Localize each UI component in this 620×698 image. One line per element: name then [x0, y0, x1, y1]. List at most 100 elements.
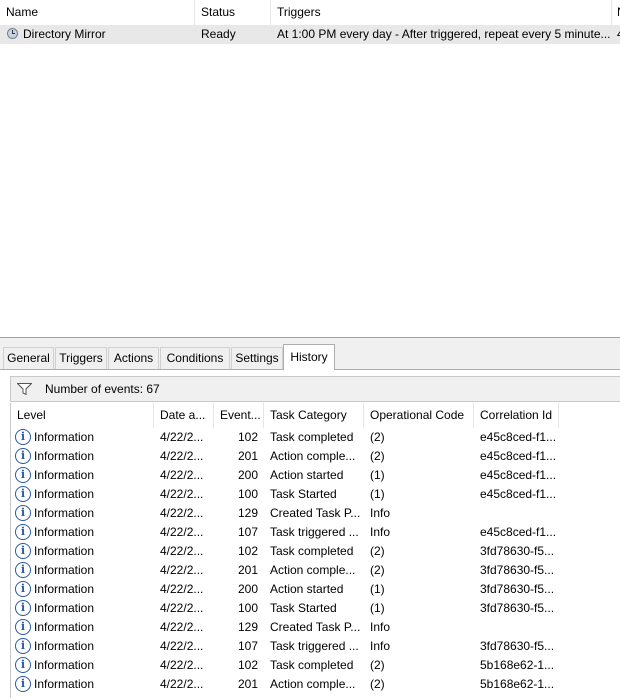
history-row[interactable]: i Information 4/22/2... 200 Action started (1… — [11, 466, 620, 485]
event-id: 100 — [237, 487, 258, 501]
event-date: 4/22/2... — [160, 449, 204, 463]
event-task-category: Action started — [270, 468, 344, 482]
event-operational-code: Info — [370, 639, 391, 653]
event-date: 4/22/2... — [160, 620, 204, 634]
column-header-task-category[interactable]: Task Category — [264, 403, 364, 428]
event-date: 4/22/2... — [160, 506, 204, 520]
event-level: Information — [34, 677, 95, 691]
history-panel: Number of events: 67 Level Date a... Eve… — [0, 369, 620, 698]
column-header-date[interactable]: Date a... — [154, 403, 214, 428]
information-icon: i — [15, 562, 31, 578]
event-date: 4/22/2... — [160, 525, 204, 539]
history-table-header: Level Date a... Event... Task Category O… — [11, 403, 620, 428]
event-task-category: Task completed — [270, 430, 354, 444]
event-level: Information — [34, 582, 95, 596]
history-row[interactable]: i Information 4/22/2... 201 Action comple...… — [11, 675, 620, 694]
task-row-directory-mirror[interactable]: Directory Mirror Ready At 1:00 PM every … — [0, 25, 620, 44]
event-correlation-id: e45c8ced-f1... — [480, 487, 557, 501]
event-id: 201 — [237, 449, 258, 463]
event-correlation-id — [480, 618, 560, 637]
history-row[interactable]: i Information 4/22/2... 201 Action comple...… — [11, 561, 620, 580]
tab-general[interactable]: General — [3, 347, 54, 369]
column-header-operational-code[interactable]: Operational Code — [364, 403, 474, 428]
event-id: 107 — [237, 639, 258, 653]
tab-triggers[interactable]: Triggers — [55, 347, 107, 369]
tab-actions[interactable]: Actions — [108, 347, 159, 369]
column-header-next-run[interactable]: N — [612, 0, 620, 25]
event-task-category: Task triggered ... — [270, 525, 359, 539]
history-row[interactable]: i Information 4/22/2... 129 Created Task P..… — [11, 618, 620, 637]
event-date: 4/22/2... — [160, 468, 204, 482]
column-header-level[interactable]: Level — [11, 403, 154, 428]
event-date: 4/22/2... — [160, 658, 204, 672]
history-events-table: Level Date a... Event... Task Category O… — [10, 403, 620, 698]
history-row[interactable]: i Information 4/22/2... 102 Task completed (2… — [11, 542, 620, 561]
event-level: Information — [34, 544, 95, 558]
event-id: 100 — [237, 601, 258, 615]
column-header-name[interactable]: Name — [0, 0, 195, 25]
event-task-category: Action started — [270, 582, 344, 596]
event-task-category: Created Task P... — [270, 506, 361, 520]
event-task-category: Created Task P... — [270, 620, 361, 634]
event-correlation-id: e45c8ced-f1... — [480, 525, 557, 539]
event-correlation-id: 3fd78630-f5... — [480, 563, 555, 577]
event-id: 129 — [237, 506, 258, 520]
column-header-event-id[interactable]: Event... — [214, 403, 264, 428]
history-row[interactable]: i Information 4/22/2... 100 Task Started (1) e… — [11, 485, 620, 504]
event-task-category: Task Started — [270, 601, 337, 615]
history-row[interactable]: i Information 4/22/2... 200 Action started (1… — [11, 580, 620, 599]
tab-settings[interactable]: Settings — [231, 347, 283, 369]
tab-strip: General Triggers Actions Conditions Sett… — [0, 344, 620, 370]
event-operational-code: (2) — [370, 449, 385, 463]
event-date: 4/22/2... — [160, 544, 204, 558]
event-operational-code: (2) — [370, 677, 385, 691]
information-icon: i — [15, 429, 31, 445]
history-row[interactable]: i Information 4/22/2... 107 Task triggered .… — [11, 523, 620, 542]
event-level: Information — [34, 468, 95, 482]
event-date: 4/22/2... — [160, 582, 204, 596]
number-of-events: Number of events: 67 — [45, 382, 160, 396]
event-date: 4/22/2... — [160, 639, 204, 653]
event-level: Information — [34, 658, 95, 672]
event-correlation-id: 3fd78630-f5... — [480, 582, 555, 596]
history-row[interactable]: i Information 4/22/2... 102 Task completed (2… — [11, 656, 620, 675]
information-icon: i — [15, 505, 31, 521]
history-row[interactable]: i Information 4/22/2... 102 Task completed (2… — [11, 428, 620, 447]
information-icon: i — [15, 467, 31, 483]
information-icon: i — [15, 600, 31, 616]
task-name: Directory Mirror — [23, 27, 106, 41]
column-header-status[interactable]: Status — [195, 0, 271, 25]
event-operational-code: Info — [370, 525, 391, 539]
filter-icon[interactable] — [17, 383, 32, 395]
information-icon: i — [15, 581, 31, 597]
event-operational-code: (1) — [370, 601, 385, 615]
history-row[interactable]: i Information 4/22/2... 129 Created Task P..… — [11, 504, 620, 523]
tab-history[interactable]: History — [283, 344, 335, 370]
information-icon: i — [15, 448, 31, 464]
event-correlation-id: e45c8ced-f1... — [480, 468, 557, 482]
event-level: Information — [34, 449, 95, 463]
event-correlation-id: 3fd78630-f5... — [480, 639, 555, 653]
event-operational-code: (2) — [370, 563, 385, 577]
event-task-category: Task triggered ... — [270, 639, 359, 653]
event-date: 4/22/2... — [160, 563, 204, 577]
column-header-triggers[interactable]: Triggers — [271, 0, 612, 25]
information-icon: i — [15, 638, 31, 654]
task-triggers: At 1:00 PM every day - After triggered, … — [277, 27, 610, 41]
event-level: Information — [34, 430, 95, 444]
column-header-correlation-id[interactable]: Correlation Id — [474, 403, 559, 428]
event-operational-code: (2) — [370, 544, 385, 558]
event-level: Information — [34, 639, 95, 653]
tab-conditions[interactable]: Conditions — [160, 347, 230, 369]
event-task-category: Task completed — [270, 544, 354, 558]
history-row[interactable]: i Information 4/22/2... 201 Action comple...… — [11, 447, 620, 466]
event-date: 4/22/2... — [160, 677, 204, 691]
event-id: 200 — [237, 468, 258, 482]
history-row[interactable]: i Information 4/22/2... 100 Task Started (1) 3… — [11, 599, 620, 618]
event-correlation-id: 5b168e62-1... — [480, 658, 555, 672]
history-row[interactable]: i Information 4/22/2... 107 Task triggered .… — [11, 637, 620, 656]
event-correlation-id: e45c8ced-f1... — [480, 449, 557, 463]
event-date: 4/22/2... — [160, 487, 204, 501]
information-icon: i — [15, 486, 31, 502]
information-icon: i — [15, 657, 31, 673]
